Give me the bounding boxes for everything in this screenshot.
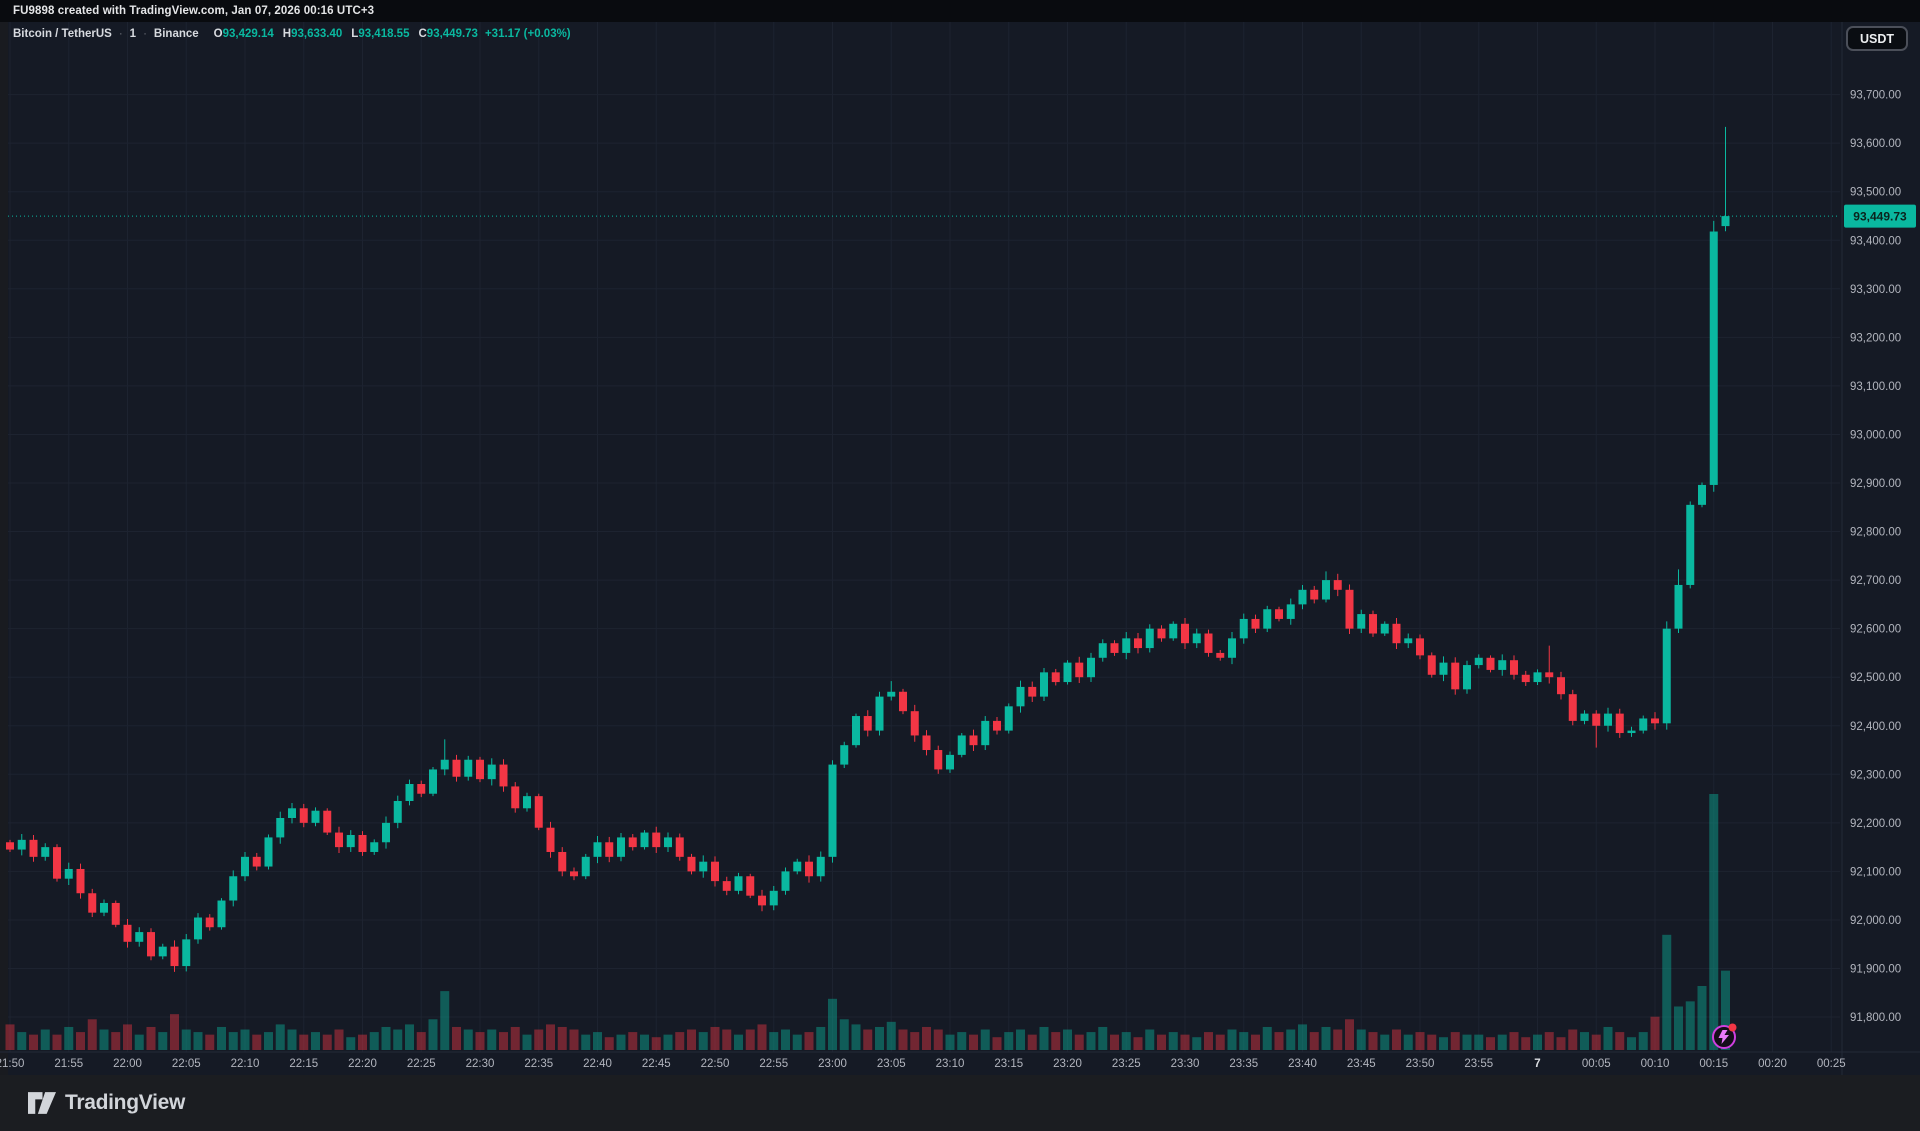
volume-layer [6, 794, 1731, 1050]
watermark-text: FU9898 created with TradingView.com, Jan… [13, 5, 374, 17]
footer-bar: TradingView [0, 1075, 1920, 1131]
svg-text:93,700.00: 93,700.00 [1850, 90, 1901, 102]
svg-text:23:20: 23:20 [1053, 1058, 1082, 1070]
legend-separator: · [143, 28, 147, 40]
price-axis[interactable]: 93,700.00 93,600.00 93,500.00 93,400.00 93,3… [1850, 90, 1901, 1024]
legend-separator: · [119, 28, 123, 40]
svg-text:23:35: 23:35 [1229, 1058, 1258, 1070]
svg-text:23:10: 23:10 [936, 1058, 965, 1070]
svg-text:93,449.73: 93,449.73 [1853, 210, 1907, 224]
low-readout: L93,418.55 [351, 28, 409, 40]
svg-text:23:25: 23:25 [1112, 1058, 1141, 1070]
tradingview-chart-page: 93,700.00 93,600.00 93,500.00 93,400.00 93,3… [0, 0, 1920, 1131]
svg-text:23:45: 23:45 [1347, 1058, 1376, 1070]
svg-text:22:10: 22:10 [231, 1058, 260, 1070]
svg-text:22:55: 22:55 [759, 1058, 788, 1070]
current-price-label: 93,449.73 [1844, 205, 1916, 228]
svg-text:93,100.00: 93,100.00 [1850, 381, 1901, 393]
interval-label[interactable]: 1 [130, 28, 136, 40]
svg-text:23:05: 23:05 [877, 1058, 906, 1070]
symbol-title[interactable]: Bitcoin / TetherUS [13, 28, 112, 40]
chart-canvas[interactable]: 93,700.00 93,600.00 93,500.00 93,400.00 93,3… [0, 0, 1920, 1131]
svg-text:93,300.00: 93,300.00 [1850, 284, 1901, 296]
svg-text:7: 7 [1534, 1058, 1540, 1070]
grid-layer [8, 22, 1840, 1052]
svg-text:93,600.00: 93,600.00 [1850, 138, 1901, 150]
high-readout: H93,633.40 [283, 28, 342, 40]
svg-text:93,500.00: 93,500.00 [1850, 187, 1901, 199]
svg-text:21:50: 21:50 [0, 1058, 24, 1070]
svg-text:92,800.00: 92,800.00 [1850, 527, 1901, 539]
candles-layer [6, 127, 1730, 972]
tradingview-logo[interactable]: TradingView [28, 1091, 185, 1115]
svg-text:92,900.00: 92,900.00 [1850, 478, 1901, 490]
tradingview-logo-icon [28, 1092, 56, 1114]
svg-text:92,700.00: 92,700.00 [1850, 575, 1901, 587]
currency-toggle-button[interactable]: USDT [1846, 26, 1908, 51]
svg-text:92,200.00: 92,200.00 [1850, 818, 1901, 830]
svg-text:21:55: 21:55 [54, 1058, 83, 1070]
svg-text:93,200.00: 93,200.00 [1850, 332, 1901, 344]
svg-text:00:15: 00:15 [1699, 1058, 1728, 1070]
svg-text:92,100.00: 92,100.00 [1850, 866, 1901, 878]
svg-text:00:25: 00:25 [1817, 1058, 1846, 1070]
tradingview-logo-text: TradingView [65, 1091, 185, 1115]
svg-text:00:20: 00:20 [1758, 1058, 1787, 1070]
svg-text:22:40: 22:40 [583, 1058, 612, 1070]
svg-text:22:15: 22:15 [289, 1058, 318, 1070]
svg-text:22:00: 22:00 [113, 1058, 142, 1070]
svg-text:93,400.00: 93,400.00 [1850, 235, 1901, 247]
ohlc-readout: O93,429.14 H93,633.40 L93,418.55 C93,449… [214, 28, 478, 40]
svg-text:22:45: 22:45 [642, 1058, 671, 1070]
svg-text:92,600.00: 92,600.00 [1850, 624, 1901, 636]
svg-text:23:40: 23:40 [1288, 1058, 1317, 1070]
open-readout: O93,429.14 [214, 28, 274, 40]
watermark-top-bar: FU9898 created with TradingView.com, Jan… [0, 0, 1920, 22]
svg-text:23:55: 23:55 [1464, 1058, 1493, 1070]
svg-text:00:05: 00:05 [1582, 1058, 1611, 1070]
svg-text:23:50: 23:50 [1406, 1058, 1435, 1070]
svg-text:22:25: 22:25 [407, 1058, 436, 1070]
time-axis[interactable]: 21:50 21:55 22:00 22:05 22:10 22:15 22:20 22:25… [0, 1058, 1846, 1070]
notification-dot [1729, 1024, 1737, 1032]
svg-text:22:05: 22:05 [172, 1058, 201, 1070]
svg-text:92,500.00: 92,500.00 [1850, 672, 1901, 684]
svg-text:22:50: 22:50 [701, 1058, 730, 1070]
svg-text:92,000.00: 92,000.00 [1850, 915, 1901, 927]
svg-text:23:30: 23:30 [1171, 1058, 1200, 1070]
close-readout: C93,449.73 [418, 28, 477, 40]
svg-text:23:00: 23:00 [818, 1058, 847, 1070]
svg-text:93,000.00: 93,000.00 [1850, 429, 1901, 441]
svg-text:91,800.00: 91,800.00 [1850, 1012, 1901, 1024]
svg-text:91,900.00: 91,900.00 [1850, 964, 1901, 976]
svg-text:23:15: 23:15 [994, 1058, 1023, 1070]
svg-text:92,300.00: 92,300.00 [1850, 769, 1901, 781]
svg-text:92,400.00: 92,400.00 [1850, 721, 1901, 733]
svg-text:00:10: 00:10 [1641, 1058, 1670, 1070]
exchange-label: Binance [154, 28, 199, 40]
svg-text:22:35: 22:35 [524, 1058, 553, 1070]
svg-text:22:30: 22:30 [466, 1058, 495, 1070]
chart-legend[interactable]: Bitcoin / TetherUS · 1 · Binance O93,429… [13, 28, 571, 40]
change-readout: +31.17 (+0.03%) [485, 28, 571, 40]
svg-text:22:20: 22:20 [348, 1058, 377, 1070]
